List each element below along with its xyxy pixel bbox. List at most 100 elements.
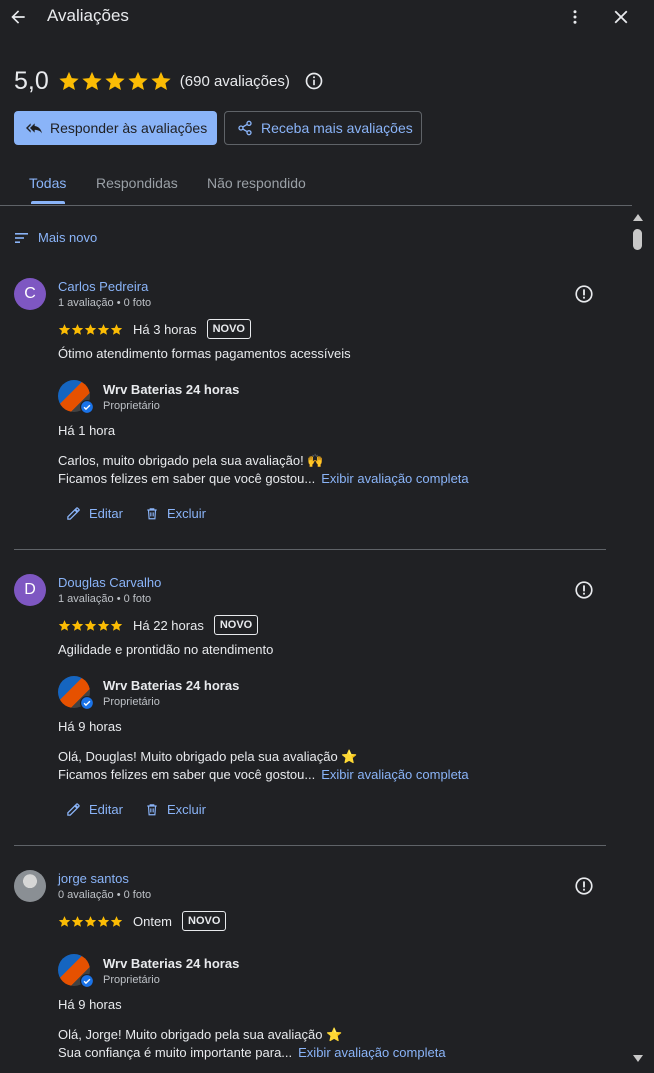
avatar[interactable]	[14, 870, 46, 902]
star-icon	[84, 915, 97, 927]
review-time: Ontem	[133, 913, 173, 929]
view-full-review-link[interactable]: Exibir avaliação completa	[321, 471, 468, 486]
edit-label: Editar	[89, 802, 123, 817]
edit-reply-button[interactable]: Editar	[66, 506, 123, 521]
new-badge: NOVO	[182, 911, 227, 931]
close-icon[interactable]	[610, 6, 632, 28]
view-full-review-link[interactable]: Exibir avaliação completa	[321, 767, 468, 782]
tab-nao-respondido[interactable]: Não respondido	[207, 175, 306, 191]
get-more-reviews-button[interactable]: Receba mais avaliações	[224, 111, 422, 145]
review-divider	[14, 549, 606, 550]
reviewer-meta: 0 avaliação • 0 foto	[58, 889, 152, 901]
back-arrow-icon[interactable]	[8, 5, 28, 29]
reply-text: Olá, Jorge! Muito obrigado pela sua aval…	[58, 1027, 343, 1042]
review-stars	[58, 915, 123, 928]
reviewer-name[interactable]: Carlos Pedreira	[58, 279, 148, 294]
owner-role: Proprietário	[103, 400, 160, 412]
reply-all-icon	[26, 123, 42, 134]
review-time: Há 22 horas	[133, 617, 204, 633]
star-icon	[84, 323, 97, 335]
view-full-review-link[interactable]: Exibir avaliação completa	[298, 1045, 445, 1060]
edit-label: Editar	[89, 506, 123, 521]
star-icon	[97, 619, 110, 631]
star-icon	[59, 71, 79, 90]
reply-text-continued: Sua confiança é muito importante para...…	[58, 1045, 446, 1060]
reply-text-continued: Ficamos felizes em saber que você gostou…	[58, 767, 469, 782]
tab-todas[interactable]: Todas	[29, 175, 66, 191]
rating-stars	[58, 70, 172, 92]
page-title: Avaliações	[47, 6, 129, 25]
reply-time: Há 9 horas	[58, 719, 122, 734]
scroll-down-arrow-icon[interactable]	[632, 1054, 644, 1064]
tab-respondidas[interactable]: Respondidas	[96, 175, 178, 191]
report-icon[interactable]	[573, 579, 595, 601]
trash-icon	[147, 804, 157, 816]
reply-text: Carlos, muito obrigado pela sua avaliaçã…	[58, 453, 324, 468]
review-card: D Douglas Carvalho 1 avaliação • 0 foto …	[14, 574, 606, 846]
reviewer-name[interactable]: jorge santos	[58, 871, 129, 886]
review-divider	[14, 845, 606, 846]
more-vert-icon[interactable]	[566, 6, 584, 28]
reply-text: Olá, Douglas! Muito obrigado pela sua av…	[58, 749, 358, 764]
review-card: jorge santos 0 avaliação • 0 foto Ontem …	[14, 870, 606, 1070]
delete-reply-button[interactable]: Excluir	[145, 506, 206, 521]
reviewer-meta: 1 avaliação • 0 foto	[58, 297, 152, 309]
avatar[interactable]: C	[14, 278, 46, 310]
respond-reviews-button[interactable]: Responder às avaliações	[14, 111, 217, 145]
tabs-divider	[0, 205, 632, 206]
edit-reply-button[interactable]: Editar	[66, 802, 123, 817]
star-icon	[128, 71, 148, 90]
reply-text-continued: Ficamos felizes em saber que você gostou…	[58, 471, 469, 486]
star-icon	[97, 323, 110, 335]
star-icon	[110, 915, 123, 927]
star-icon	[71, 619, 84, 631]
reviewer-name[interactable]: Douglas Carvalho	[58, 575, 161, 590]
trash-icon	[147, 508, 157, 520]
reply-excerpt: Sua confiança é muito importante para...	[58, 1045, 293, 1060]
scrollbar[interactable]	[632, 206, 644, 1068]
active-tab-indicator	[31, 201, 65, 204]
report-icon[interactable]	[573, 283, 595, 305]
star-icon	[58, 619, 71, 631]
report-icon[interactable]	[573, 875, 595, 897]
verified-badge-icon	[80, 974, 94, 988]
share-icon	[238, 120, 252, 136]
star-icon	[58, 323, 71, 335]
reply-actions: Editar Excluir	[66, 802, 206, 817]
reply-time: Há 9 horas	[58, 997, 122, 1012]
sort-button[interactable]: Mais novo	[14, 230, 97, 245]
star-icon	[105, 71, 125, 90]
owner-role: Proprietário	[103, 974, 160, 986]
owner-name: Wrv Baterias 24 horas	[103, 678, 240, 693]
new-badge: NOVO	[206, 319, 251, 339]
info-icon[interactable]	[304, 71, 324, 91]
verified-badge-icon	[80, 400, 94, 414]
review-stars	[58, 323, 123, 336]
reply-actions: Editar Excluir	[66, 506, 206, 521]
star-icon	[84, 619, 97, 631]
reply-excerpt: Ficamos felizes em saber que você gostou…	[58, 471, 316, 486]
star-icon	[71, 915, 84, 927]
review-text: Agilidade e prontidão no atendimento	[58, 642, 274, 657]
review-rating-line: Ontem NOVO	[58, 910, 227, 932]
reviewer-meta: 1 avaliação • 0 foto	[58, 593, 152, 605]
top-bar: Avaliações	[0, 0, 654, 36]
star-icon	[71, 323, 84, 335]
review-rating-line: Há 3 horas NOVO	[58, 318, 251, 340]
respond-reviews-label: Responder às avaliações	[50, 120, 208, 136]
delete-reply-button[interactable]: Excluir	[145, 802, 206, 817]
rating-value: 5,0	[14, 66, 49, 95]
sort-icon	[15, 232, 28, 243]
scroll-up-arrow-icon[interactable]	[632, 212, 644, 222]
owner-role: Proprietário	[103, 696, 160, 708]
review-stars	[58, 619, 123, 632]
star-icon	[97, 915, 110, 927]
review-text: Ótimo atendimento formas pagamentos aces…	[58, 346, 351, 361]
sort-label: Mais novo	[38, 230, 98, 245]
review-count: (690 avaliações)	[179, 72, 290, 90]
scrollbar-thumb[interactable]	[633, 229, 642, 250]
owner-name: Wrv Baterias 24 horas	[103, 956, 240, 971]
pencil-icon	[67, 803, 80, 816]
rating-summary: 5,0 (690 avaliações)	[14, 64, 324, 98]
avatar[interactable]: D	[14, 574, 46, 606]
